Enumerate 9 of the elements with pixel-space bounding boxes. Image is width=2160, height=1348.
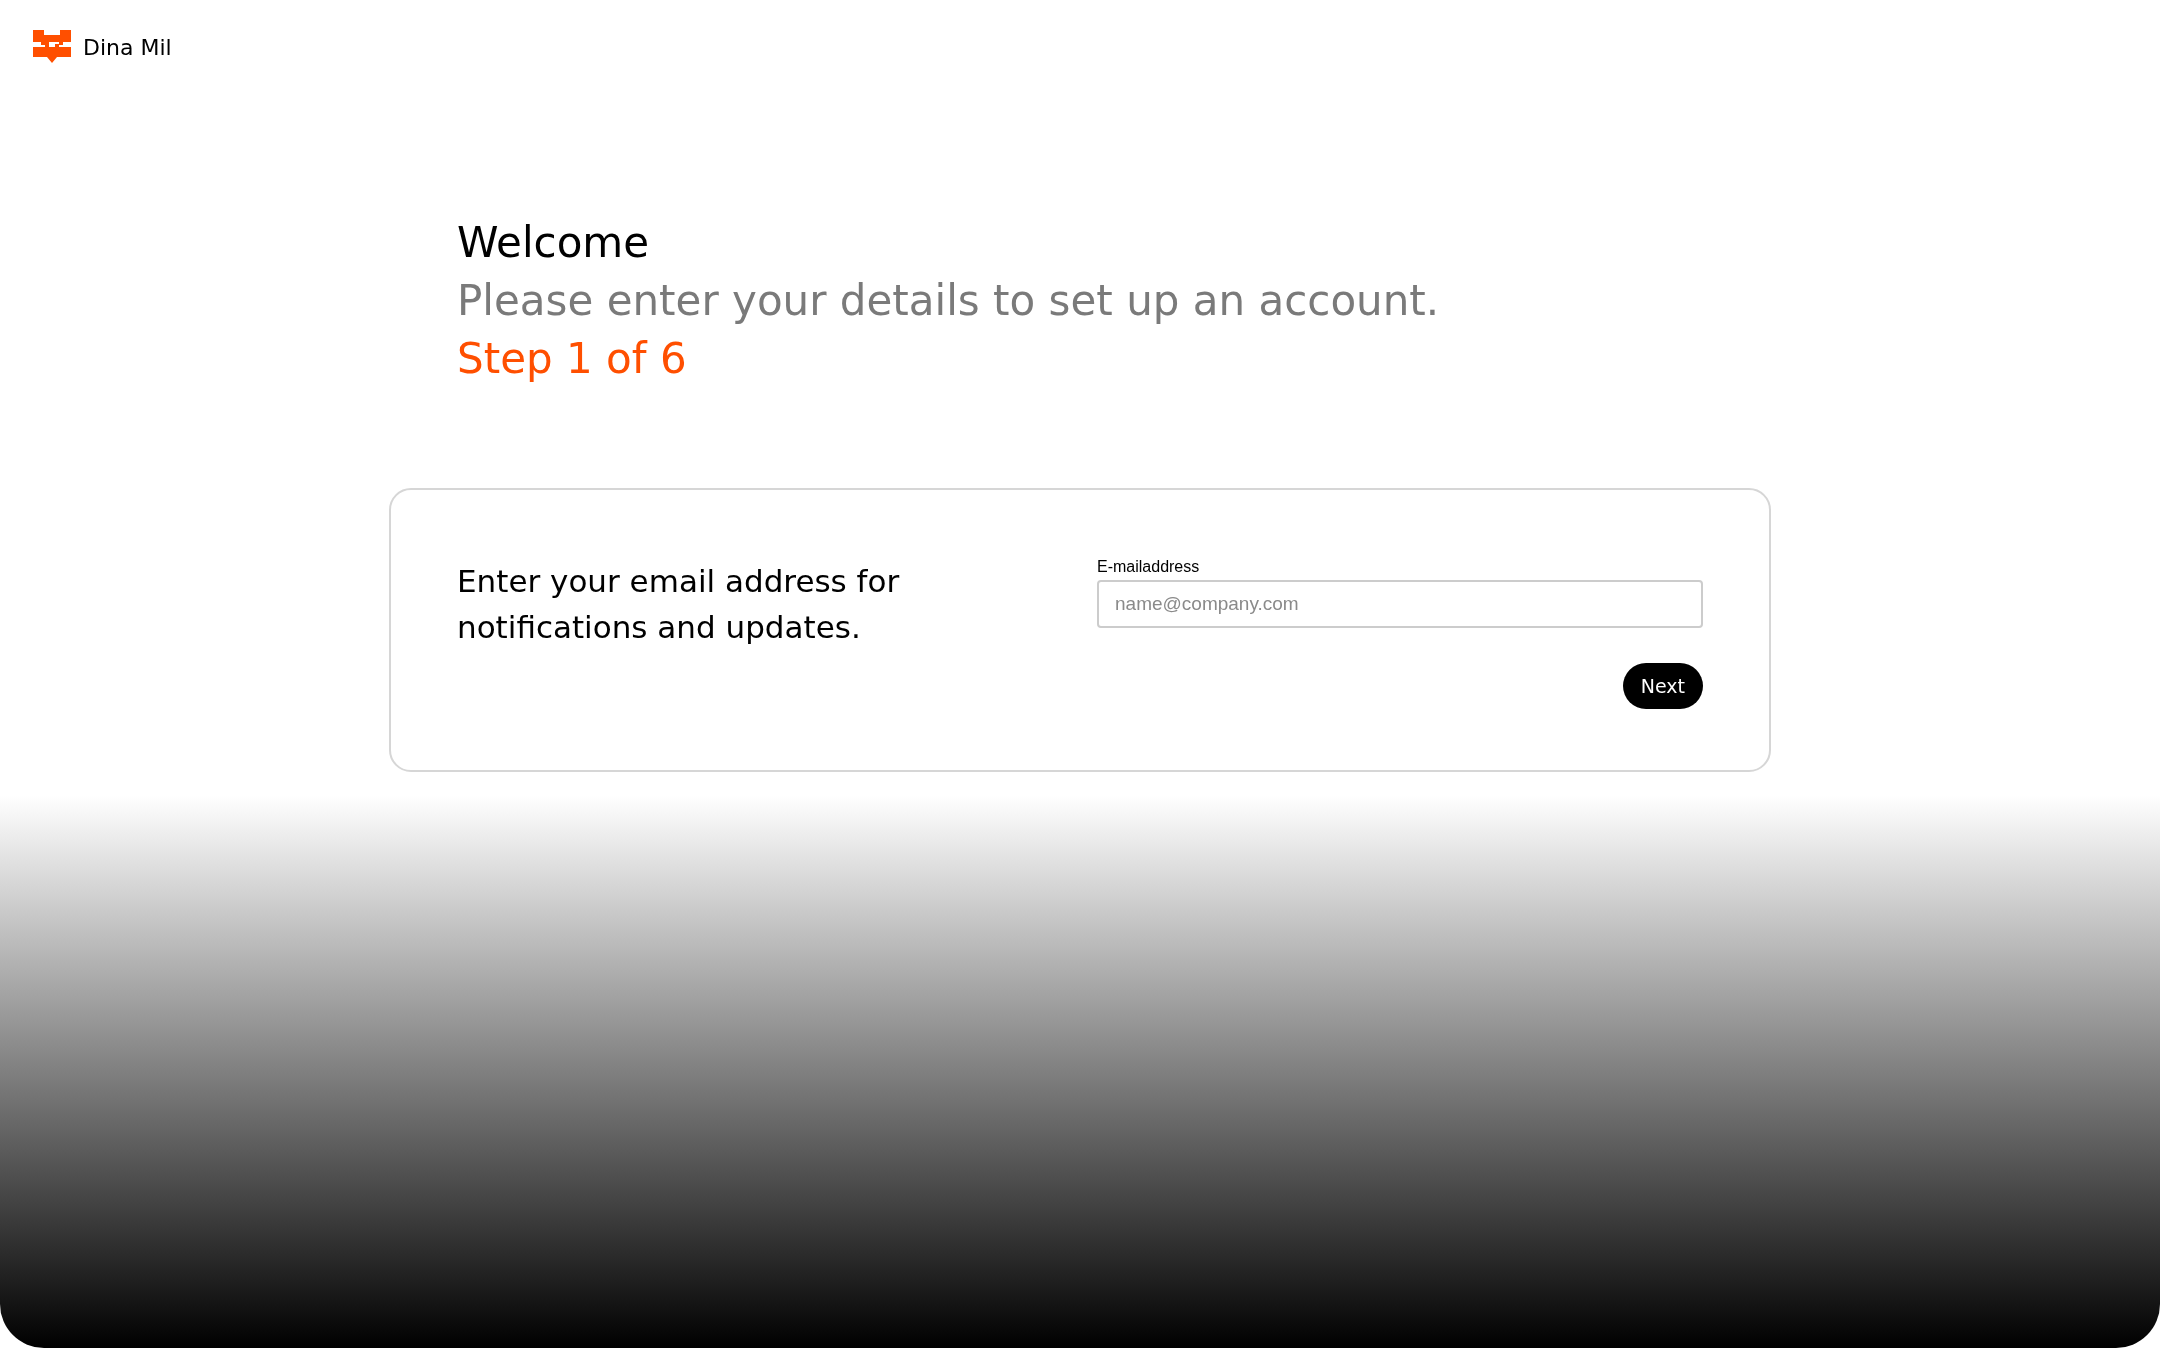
field-label: E-mailaddress [1097,558,1200,576]
step-indicator: Step 1 of 6 [457,333,688,385]
prompt-text: Enter your email address for notifications and updates. [457,562,901,647]
welcome-title: Welcome [457,217,651,269]
email-field[interactable]: name@company.com [1097,580,1703,628]
logo-icon [33,30,71,64]
subtitle: Please enter your details to set up an account. [457,275,1441,327]
next-button[interactable]: Next [1622,663,1703,709]
brand-name: Dina Mil [83,34,172,60]
